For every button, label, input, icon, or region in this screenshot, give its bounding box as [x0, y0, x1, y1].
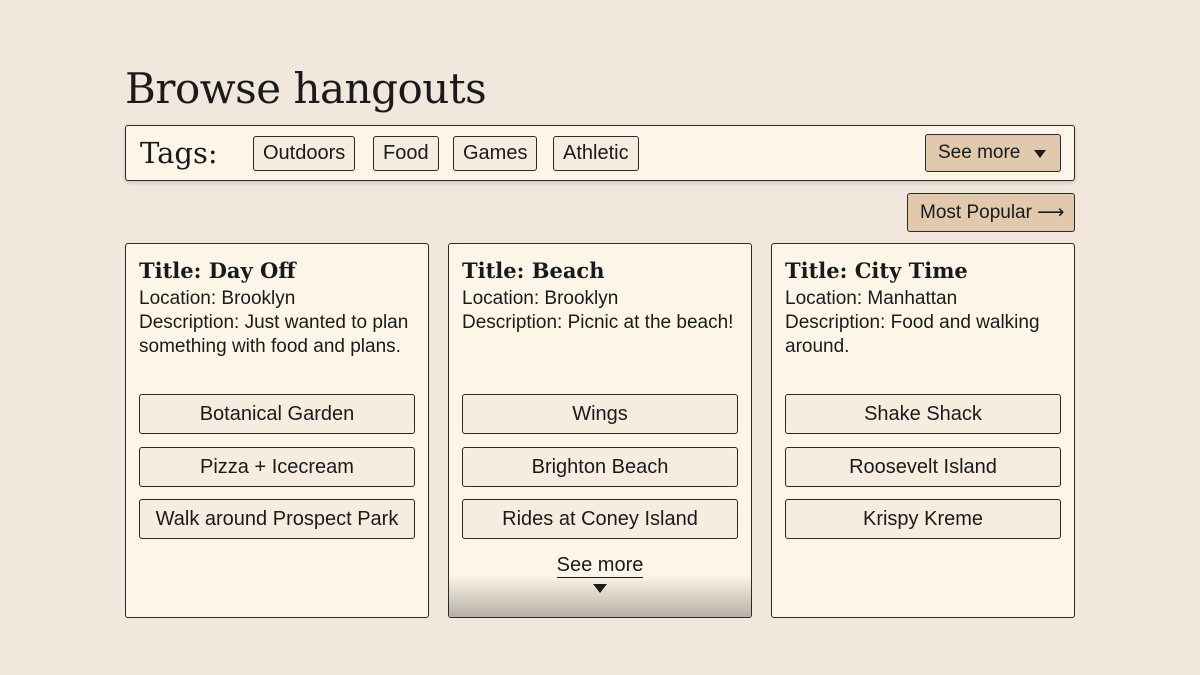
browse-page: Browse hangouts Tags: Outdoors Food Game…	[125, 62, 1075, 618]
place-button[interactable]: Pizza + Icecream	[139, 447, 415, 487]
card-location: Location: Brooklyn	[462, 288, 619, 309]
card-details: Location: Manhattan Description: Food an…	[785, 287, 1061, 359]
card-location: Location: Manhattan	[785, 288, 958, 309]
card-title: Title: City Time	[785, 258, 968, 283]
card-title: Title: Beach	[462, 258, 605, 283]
place-button[interactable]: Brighton Beach	[462, 447, 738, 487]
card-description: Description: Food and walking around.	[785, 312, 1040, 357]
card-description: Description: Picnic at the beach!	[462, 312, 734, 333]
tag-outdoors[interactable]: Outdoors	[253, 136, 356, 171]
card-see-more-link[interactable]: See more	[449, 552, 751, 578]
tag-games[interactable]: Games	[453, 136, 538, 171]
sort-label: Most Popular ⟶	[920, 202, 1065, 223]
see-more-tags-label: See more	[938, 142, 1021, 163]
place-button[interactable]: Roosevelt Island	[785, 447, 1061, 487]
place-button[interactable]: Wings	[462, 394, 738, 434]
page-title: Browse hangouts	[125, 64, 487, 113]
card-description: Description: Just wanted to plan somethi…	[139, 312, 409, 357]
place-button[interactable]: Rides at Coney Island	[462, 499, 738, 539]
hangout-card-day-off[interactable]: Title: Day Off Location: Brooklyn Descri…	[125, 243, 429, 618]
card-location: Location: Brooklyn	[139, 288, 296, 309]
card-see-more-label: See more	[556, 554, 644, 578]
caret-down-icon	[1034, 150, 1046, 158]
place-button[interactable]: Shake Shack	[785, 394, 1061, 434]
caret-down-icon[interactable]	[593, 584, 607, 593]
card-details: Location: Brooklyn Description: Just wan…	[139, 287, 415, 359]
tags-label: Tags:	[140, 136, 218, 170]
tag-food[interactable]: Food	[373, 136, 439, 171]
sort-most-popular-button[interactable]: Most Popular ⟶	[907, 193, 1075, 232]
place-button[interactable]: Krispy Kreme	[785, 499, 1061, 539]
card-title: Title: Day Off	[139, 258, 296, 283]
card-details: Location: Brooklyn Description: Picnic a…	[462, 287, 738, 335]
place-button[interactable]: Botanical Garden	[139, 394, 415, 434]
hangout-card-beach[interactable]: Title: Beach Location: Brooklyn Descript…	[448, 243, 752, 618]
tag-athletic[interactable]: Athletic	[553, 136, 639, 171]
hangout-card-city-time[interactable]: Title: City Time Location: Manhattan Des…	[771, 243, 1075, 618]
tags-bar: Tags: Outdoors Food Games Athletic See m…	[125, 125, 1075, 181]
card-fade-overlay	[449, 575, 751, 617]
see-more-tags-button[interactable]: See more	[925, 134, 1061, 172]
place-button[interactable]: Walk around Prospect Park	[139, 499, 415, 539]
